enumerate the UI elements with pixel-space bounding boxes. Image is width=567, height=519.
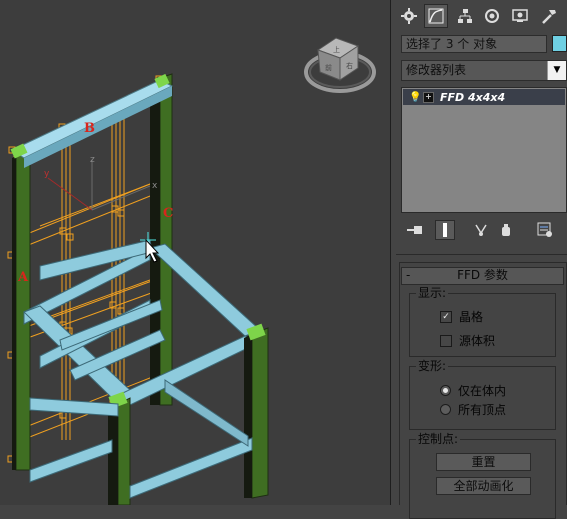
deform-group-label: 变形: [416, 359, 449, 373]
animate-all-button[interactable]: 全部动画化 [436, 477, 531, 495]
inside-volume-radio[interactable]: 仅在体内 [440, 382, 506, 399]
control-points-group: 控制点: 重置 全部动画化 [409, 432, 556, 519]
svg-text:上: 上 [333, 45, 340, 54]
pin-stack-icon[interactable] [405, 220, 425, 240]
stack-toolbar [399, 220, 567, 242]
chevron-down-icon[interactable]: ▼ [547, 61, 566, 80]
hierarchy-tab-hierarchy-icon[interactable] [453, 4, 477, 28]
lattice-label: 晶格 [459, 310, 484, 324]
modify-tab-curve-edit-icon[interactable] [424, 4, 448, 28]
viewcube-icon[interactable]: 上 前 右 [304, 37, 376, 93]
stack-item-label: FFD 4x4x4 [440, 90, 506, 104]
show-end-result-icon[interactable] [435, 220, 455, 240]
rollout-title: FFD 参数 [457, 268, 508, 282]
remove-modifier-icon[interactable] [496, 220, 516, 240]
radio-unselected[interactable] [440, 404, 451, 415]
perspective-viewport[interactable]: 上 前 右 z y x B C A [0, 0, 391, 505]
display-group-label: 显示: [416, 286, 449, 300]
expand-plus-icon[interactable]: + [423, 91, 434, 103]
object-color-swatch[interactable] [552, 35, 567, 52]
reset-button[interactable]: 重置 [436, 453, 531, 471]
control-points-group-label: 控制点: [416, 432, 461, 446]
create-tab-gear-sphere-icon[interactable] [397, 4, 421, 28]
modifier-stack[interactable]: 💡 + FFD 4x4x4 [401, 87, 567, 213]
svg-text:前: 前 [325, 63, 332, 72]
make-unique-icon[interactable] [471, 220, 491, 240]
all-vertices-radio[interactable]: 所有顶点 [440, 401, 506, 418]
stack-item-ffd[interactable]: 💡 + FFD 4x4x4 [403, 89, 565, 105]
label-c: C [163, 206, 173, 221]
command-panel: 选择了 3 个 对象 修改器列表 ▼ 💡 + FFD 4x4x4 - FFD 参… [393, 0, 567, 519]
svg-text:z: z [90, 155, 95, 165]
chair-scene: 上 前 右 z y x B C A [7, 37, 376, 505]
label-b: B [84, 121, 95, 136]
display-group: 显示: ✓ 晶格 源体积 [409, 286, 556, 357]
modifier-list-dropdown[interactable]: 修改器列表 ▼ [401, 60, 567, 81]
rollout-header[interactable]: - FFD 参数 [401, 267, 564, 285]
modifier-list-label: 修改器列表 [406, 63, 467, 77]
configure-modifier-sets-icon[interactable] [535, 220, 555, 240]
divider [396, 254, 567, 255]
all-vertices-label: 所有顶点 [458, 403, 507, 417]
svg-text:y: y [44, 169, 50, 179]
transform-gizmo: z y x [44, 155, 158, 211]
label-a: A [17, 270, 29, 285]
lightbulb-icon[interactable]: 💡 [409, 92, 421, 103]
svg-text:右: 右 [346, 61, 353, 70]
checkbox-checked[interactable]: ✓ [440, 310, 452, 323]
ffd-parameters-rollout: - FFD 参数 显示: ✓ 晶格 源体积 变形: 仅在体内 所有顶点 控制点:… [399, 262, 567, 519]
lattice-checkbox[interactable]: ✓ 晶格 [440, 308, 483, 325]
source-volume-checkbox[interactable]: 源体积 [440, 332, 495, 349]
selection-name-field[interactable]: 选择了 3 个 对象 [401, 35, 547, 53]
checkbox-unchecked[interactable] [440, 334, 452, 347]
deform-group: 变形: 仅在体内 所有顶点 [409, 359, 556, 430]
command-panel-tabs [393, 2, 567, 30]
display-tab-display-icon[interactable] [508, 4, 532, 28]
radio-selected[interactable] [440, 385, 451, 396]
source-volume-label: 源体积 [459, 334, 496, 348]
utilities-tab-utilities-hammer-icon[interactable] [537, 4, 561, 28]
collapse-icon[interactable]: - [406, 268, 410, 283]
svg-text:x: x [152, 181, 158, 191]
inside-volume-label: 仅在体内 [458, 384, 507, 398]
motion-tab-motion-icon[interactable] [480, 4, 504, 28]
